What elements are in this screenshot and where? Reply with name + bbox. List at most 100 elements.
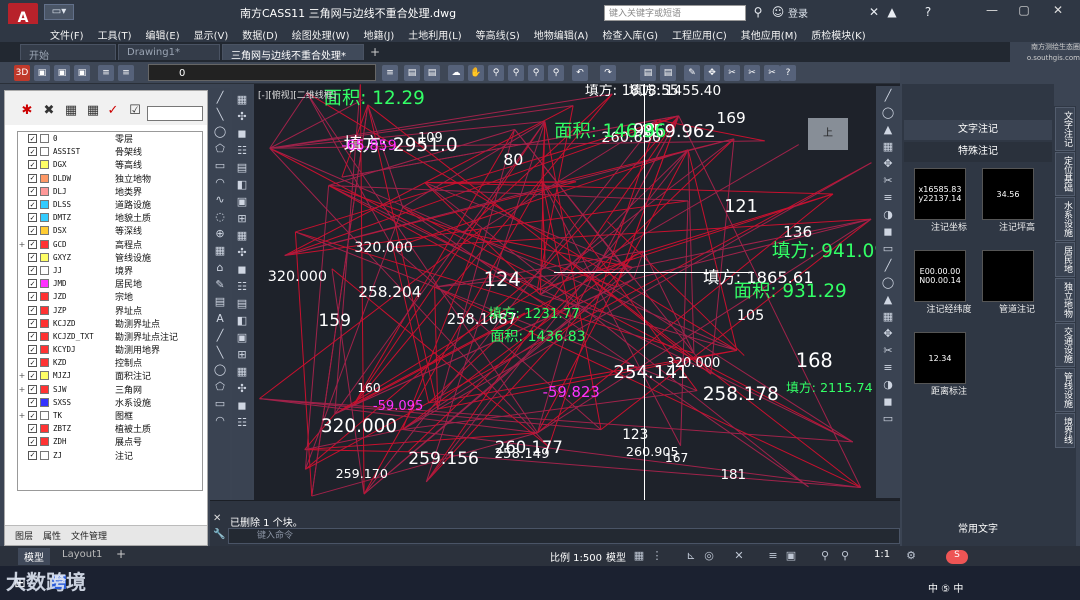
zoom-icon[interactable]: ⚲	[488, 65, 504, 81]
toolstrip2-tool-icon[interactable]: ◧	[235, 314, 249, 328]
layer-props-icon[interactable]: ≡	[98, 65, 114, 81]
toolstrip1-tool-icon[interactable]: ⌂	[213, 261, 227, 275]
toolstrip2-tool-icon[interactable]: ▤	[235, 297, 249, 311]
navbar-tool-icon[interactable]: ▲	[881, 293, 895, 307]
layer-color-swatch[interactable]	[40, 424, 49, 434]
visible-checkbox[interactable]: ✓	[28, 450, 37, 460]
toolstrip1-tool-icon[interactable]: ▭	[213, 397, 227, 411]
ortho-icon[interactable]: ⊾	[684, 549, 698, 563]
toolstrip2-tool-icon[interactable]: ⊞	[235, 348, 249, 362]
side-tab[interactable]: 独立地物	[1055, 278, 1075, 322]
layer-row[interactable]: ✓ JZD 宗地	[18, 290, 202, 303]
navbar-tool-icon[interactable]: ◑	[881, 378, 895, 392]
hand-icon[interactable]: ✋	[468, 65, 484, 81]
zoom-window-icon[interactable]: ⚲	[508, 65, 524, 81]
navbar-tool-icon[interactable]: ▦	[881, 140, 895, 154]
layer-row[interactable]: ✓ ZJ 注记	[18, 449, 202, 462]
tab-properties[interactable]: 属性	[43, 529, 61, 542]
visible-checkbox[interactable]: ✓	[28, 397, 37, 407]
tab-drawing1[interactable]: Drawing1*	[118, 44, 220, 60]
menu-item-4[interactable]: 数据(D)	[236, 24, 286, 42]
toolstrip2-tool-icon[interactable]: ✣	[235, 382, 249, 396]
toolstrip1-tool-icon[interactable]: ∿	[213, 193, 227, 207]
visible-checkbox[interactable]: ✓	[28, 147, 37, 157]
annotation-tile[interactable]: 管道注记	[982, 250, 1052, 315]
print-icon[interactable]: ▤	[424, 65, 440, 81]
visible-checkbox[interactable]: ✓	[28, 200, 37, 210]
layer-row[interactable]: ✓ DLDW 独立地物	[18, 172, 202, 185]
toolstrip1-tool-icon[interactable]: ⊕	[213, 227, 227, 241]
navbar-tool-icon[interactable]: ◯	[881, 276, 895, 290]
menu-item-7[interactable]: 土地利用(L)	[402, 24, 469, 42]
toolstrip2-tool-icon[interactable]: ◧	[235, 178, 249, 192]
help-icon[interactable]: ?	[920, 5, 936, 19]
layer-color-swatch[interactable]	[40, 265, 49, 275]
layer-row[interactable]: ✓ DMTZ 地貌土质	[18, 211, 202, 224]
redo-icon[interactable]: ↷	[600, 65, 616, 81]
toolstrip2-tool-icon[interactable]: ✣	[235, 246, 249, 260]
layer-color-swatch[interactable]	[40, 226, 49, 236]
annotation-tile[interactable]: x16585.83 y22137.14 注记坐标	[914, 168, 984, 233]
navbar-tool-icon[interactable]: ◯	[881, 106, 895, 120]
menu-item-12[interactable]: 其他应用(M)	[735, 24, 805, 42]
view-icon[interactable]: ▣	[34, 65, 50, 81]
visible-checkbox[interactable]: ✓	[28, 252, 37, 262]
navbar-tool-icon[interactable]: ▭	[881, 412, 895, 426]
layer-row[interactable]: ✓ JZP 界址点	[18, 303, 202, 317]
close-command-icon[interactable]: ✕	[213, 513, 221, 524]
navbar-tool-icon[interactable]: ╱	[881, 259, 895, 273]
visible-checkbox[interactable]: ✓	[28, 160, 37, 170]
layer-color-swatch[interactable]	[40, 318, 49, 328]
menu-item-1[interactable]: 工具(T)	[92, 24, 140, 42]
layer-color-swatch[interactable]	[40, 200, 49, 210]
exchange-icon[interactable]: ✕	[866, 5, 882, 19]
layer-row[interactable]: ✓ ASSIST 骨架线	[18, 145, 202, 158]
view3-icon[interactable]: ▣	[74, 65, 90, 81]
expand-icon[interactable]: +	[18, 371, 26, 380]
layer-filter-icon[interactable]: ▦	[63, 103, 79, 119]
tab-start[interactable]: 开始	[20, 44, 116, 62]
properties-icon[interactable]: ▤	[640, 65, 656, 81]
lineweight-icon[interactable]: ≡	[766, 549, 780, 563]
trim-icon[interactable]: ✂	[744, 65, 760, 81]
layer-color-swatch[interactable]	[40, 397, 49, 407]
toolstrip1-tool-icon[interactable]: ╲	[213, 346, 227, 360]
layer-row[interactable]: + ✓ TK 图框	[18, 409, 202, 422]
toolstrip1-tool-icon[interactable]: ◠	[213, 176, 227, 190]
layer-row[interactable]: ✓ JJ 境界	[18, 264, 202, 277]
menu-item-2[interactable]: 编辑(E)	[139, 24, 187, 42]
side-tab[interactable]: 居民地	[1055, 242, 1075, 277]
navbar-tool-icon[interactable]: ✂	[881, 344, 895, 358]
polar-icon[interactable]: ◎	[702, 549, 716, 563]
navbar-tool-icon[interactable]: ◑	[881, 208, 895, 222]
binoculars-icon[interactable]: ⚲	[750, 5, 766, 19]
view2-icon[interactable]: ▣	[54, 65, 70, 81]
layer-color-swatch[interactable]	[40, 411, 49, 421]
panel-footer[interactable]: 常用文字	[904, 520, 1052, 540]
layer-color-swatch[interactable]	[40, 371, 49, 381]
pen-icon[interactable]: ✎	[684, 65, 700, 81]
quick-access-folder-icon[interactable]: ▭▾	[44, 4, 74, 20]
layer-row[interactable]: ✓ KCYDJ 勘测用地界	[18, 343, 202, 356]
toolstrip2-tool-icon[interactable]: ◼	[235, 399, 249, 413]
side-tab[interactable]: 管线设施	[1055, 368, 1075, 412]
layer-color-swatch[interactable]	[40, 331, 49, 341]
layer-color-swatch[interactable]	[40, 345, 49, 355]
toolstrip2-tool-icon[interactable]: ▣	[235, 195, 249, 209]
osnap-icon[interactable]: ✕	[732, 549, 746, 563]
tab-file-manager[interactable]: 文件管理	[71, 529, 107, 542]
toolstrip1-tool-icon[interactable]: ◯	[213, 125, 227, 139]
tab-layers[interactable]: 图层	[15, 529, 33, 542]
layer-search-input[interactable]	[147, 106, 203, 121]
annoscale-icon[interactable]: ⚲	[838, 549, 852, 563]
settings-icon[interactable]: ⚙	[904, 549, 918, 563]
visible-checkbox[interactable]: ✓	[28, 318, 37, 328]
expand-icon[interactable]: +	[18, 385, 26, 394]
side-tab[interactable]: 境界线	[1055, 413, 1075, 448]
move-icon[interactable]: ✥	[704, 65, 720, 81]
layer-color-swatch[interactable]	[40, 213, 49, 223]
new-tab-icon[interactable]: +	[370, 45, 380, 59]
toolstrip2-tool-icon[interactable]: ▦	[235, 365, 249, 379]
pan-icon[interactable]: ☁	[448, 65, 464, 81]
login-link[interactable]: 登录	[788, 5, 808, 20]
